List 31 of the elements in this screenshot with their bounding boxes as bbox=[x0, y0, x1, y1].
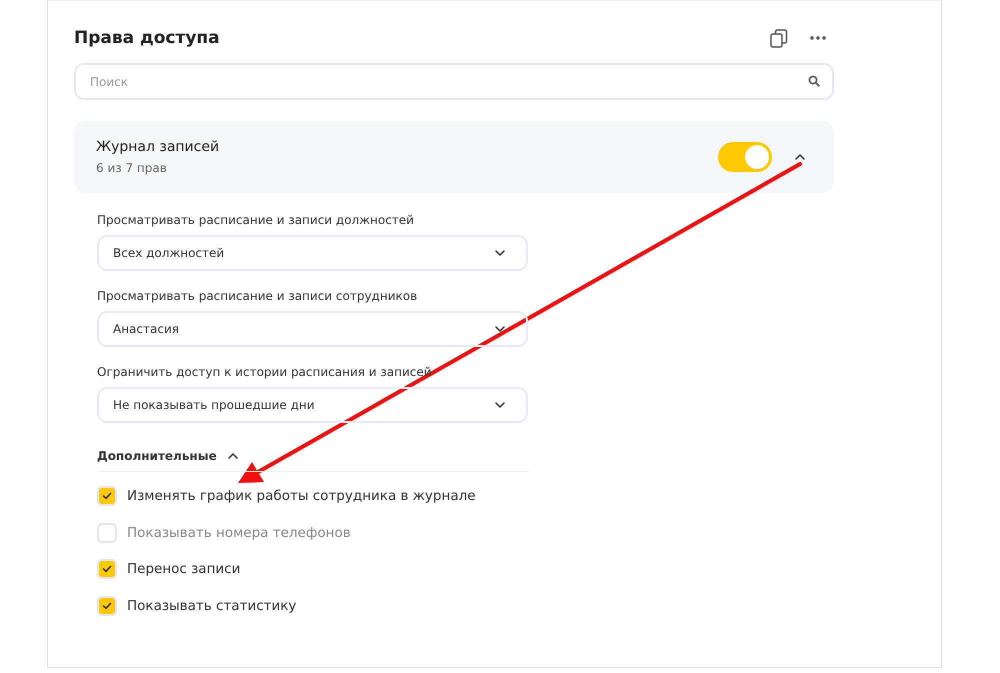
rights-count: 6 из 7 прав bbox=[96, 161, 168, 175]
check-icon bbox=[102, 602, 112, 610]
dropdown[interactable]: Не показывать прошедшие дни bbox=[97, 387, 528, 423]
checkbox-label: Показывать номера телефонов bbox=[127, 524, 351, 541]
checkbox[interactable] bbox=[97, 486, 117, 506]
search-icon[interactable] bbox=[808, 75, 820, 87]
check-icon bbox=[102, 492, 112, 500]
select-label: Просматривать расписание и записи сотрудников bbox=[97, 289, 418, 303]
section-title: Журнал записей bbox=[96, 139, 220, 155]
caret-icon[interactable] bbox=[494, 249, 506, 257]
checkbox[interactable] bbox=[97, 596, 117, 616]
dropdown[interactable]: Всех должностей bbox=[97, 235, 528, 271]
checkbox-label: Изменять график работы сотрудника в журнале bbox=[127, 488, 476, 504]
checkbox[interactable] bbox=[97, 559, 117, 580]
checkbox-label: Перенос записи bbox=[127, 561, 240, 578]
chevron-icon[interactable] bbox=[794, 153, 806, 161]
select-label: Ограничить доступ к истории расписания и записей bbox=[97, 365, 433, 379]
caret-icon[interactable] bbox=[494, 401, 506, 409]
caret-icon[interactable] bbox=[494, 325, 506, 333]
select-label: Просматривать расписание и записи должностей bbox=[97, 213, 415, 227]
search-field[interactable]: Поиск bbox=[74, 63, 834, 100]
more-icon[interactable] bbox=[810, 36, 826, 40]
dropdown[interactable]: Анастасия bbox=[97, 311, 528, 347]
copy-icon[interactable] bbox=[770, 28, 788, 48]
checkbox[interactable] bbox=[97, 522, 117, 543]
checkbox-label: Показывать статистику bbox=[127, 598, 296, 614]
panel-title: Права доступа bbox=[74, 28, 220, 48]
check-icon bbox=[102, 565, 112, 574]
chevron-icon[interactable] bbox=[226, 452, 239, 460]
subsection-title: Дополнительные bbox=[97, 449, 217, 463]
toggle-switch[interactable] bbox=[718, 142, 772, 172]
